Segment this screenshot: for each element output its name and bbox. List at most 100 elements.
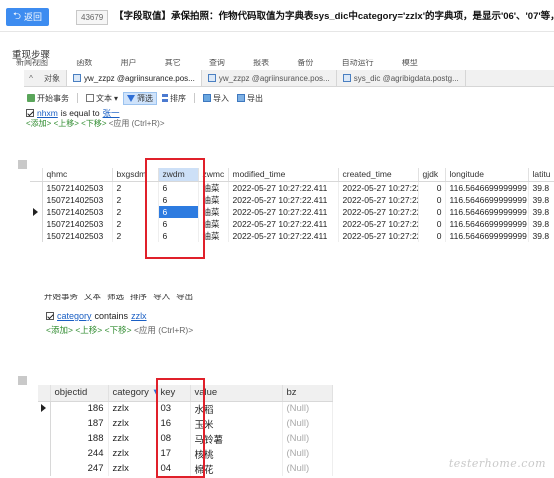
cell[interactable]: 油菜 (198, 229, 229, 242)
menu-item[interactable]: 查询 (209, 59, 225, 67)
menu-item[interactable]: 备份 (297, 59, 313, 67)
row-selector[interactable] (38, 431, 51, 446)
cell[interactable]: 244 (50, 446, 109, 461)
cell[interactable]: 188 (50, 431, 109, 446)
column-header[interactable]: latitu (528, 168, 554, 182)
cell[interactable]: 水稻 (190, 401, 283, 416)
cell[interactable]: zzlx (108, 446, 157, 461)
cell[interactable]: 油菜 (198, 181, 229, 194)
cell[interactable]: 2022-05-27 10:27:22.411 (228, 229, 339, 242)
cell[interactable]: 186 (50, 401, 109, 416)
cell[interactable]: 2022-05-27 10:27:22.4 (338, 205, 419, 218)
menu-item[interactable]: 模型 (402, 59, 418, 67)
row-selector[interactable] (30, 217, 43, 230)
cell[interactable]: 39.8 (528, 205, 554, 218)
cell-selected[interactable]: 6 (158, 205, 199, 218)
cell[interactable]: 6 (158, 193, 199, 206)
cell[interactable]: 2 (112, 205, 159, 218)
column-header[interactable]: value (190, 385, 283, 402)
cell[interactable]: 39.8 (528, 193, 554, 206)
cell[interactable]: (Null) (282, 401, 333, 416)
filter-field[interactable]: category (57, 311, 92, 321)
filter-enabled-checkbox[interactable] (46, 312, 54, 320)
cell[interactable]: 150721402503 (42, 181, 113, 194)
move-up-link[interactable]: <上移> (75, 325, 102, 335)
cell[interactable]: 116.5646699999999 (445, 193, 529, 206)
cell[interactable]: 6 (158, 229, 199, 242)
cell[interactable]: 马铃薯 (190, 431, 283, 446)
cell[interactable]: 39.8 (528, 229, 554, 242)
row-selector[interactable] (38, 401, 51, 416)
cell[interactable]: 油菜 (198, 193, 229, 206)
column-header[interactable]: created_time (338, 168, 419, 182)
menu-item[interactable]: 用户 (120, 59, 136, 67)
row-selector[interactable] (38, 461, 51, 476)
menu-item[interactable]: 函数 (76, 59, 92, 67)
filter-operator[interactable]: is equal to (61, 108, 100, 118)
begin-transaction-button[interactable]: 开始事务 (24, 93, 72, 104)
column-header[interactable]: longitude (445, 168, 529, 182)
tab-yw-zzpz-2[interactable]: yw_zzpz @agriinsurance.pos... (202, 70, 337, 86)
apply-link[interactable]: <应用 (Ctrl+R)> (109, 119, 165, 128)
cell[interactable]: 2 (112, 193, 159, 206)
apply-link[interactable]: <应用 (Ctrl+R)> (134, 325, 193, 335)
cell[interactable]: 2022-05-27 10:27:22.4 (338, 181, 419, 194)
cell[interactable]: (Null) (282, 416, 333, 431)
row-selector[interactable] (30, 181, 43, 194)
cell[interactable]: 150721402503 (42, 217, 113, 230)
cell[interactable]: 150721402503 (42, 205, 113, 218)
cell[interactable]: 0 (418, 181, 446, 194)
cell[interactable]: 04 (156, 461, 191, 476)
table-row[interactable]: 150721402503 2 6 油菜 2022-05-27 10:27:22.… (30, 193, 554, 206)
cell[interactable]: 150721402503 (42, 229, 113, 242)
cell[interactable]: 08 (156, 431, 191, 446)
cell[interactable]: 17 (156, 446, 191, 461)
cell[interactable]: 116.5646699999999 (445, 217, 529, 230)
cell[interactable]: 247 (50, 461, 109, 476)
cell[interactable]: 150721402503 (42, 193, 113, 206)
filter-value[interactable]: zzlx (131, 311, 147, 321)
cell[interactable]: 油菜 (198, 205, 229, 218)
cell[interactable]: 棉花 (190, 461, 283, 476)
column-header[interactable]: objectid (50, 385, 109, 402)
row-selector[interactable] (30, 205, 43, 218)
move-up-link[interactable]: <上移> (54, 119, 79, 128)
column-header[interactable]: bz (282, 385, 333, 402)
button-label[interactable]: 开始事务 (44, 294, 78, 305)
cell[interactable]: zzlx (108, 416, 157, 431)
column-header-key[interactable]: key (156, 385, 191, 402)
row-selector[interactable] (30, 193, 43, 206)
table-row[interactable]: 244 zzlx 17 核桃 (Null) (38, 446, 333, 461)
cell[interactable]: 2022-05-27 10:27:22.411 (228, 217, 339, 230)
move-down-link[interactable]: <下移> (81, 119, 106, 128)
filter-enabled-checkbox[interactable] (26, 109, 34, 117)
add-filter-link[interactable]: <添加> (26, 119, 51, 128)
cell[interactable]: 03 (156, 401, 191, 416)
cell[interactable]: 6 (158, 181, 199, 194)
row-selector[interactable] (38, 446, 51, 461)
column-header[interactable]: bxgsdm (112, 168, 159, 182)
column-header[interactable]: zwmc (198, 168, 229, 182)
filter-field[interactable]: nhxm (37, 108, 58, 118)
cell[interactable]: 0 (418, 205, 446, 218)
table-row[interactable]: 247 zzlx 04 棉花 (Null) (38, 461, 333, 476)
cell[interactable]: zzlx (108, 401, 157, 416)
back-button[interactable]: ⮌ 返回 (6, 8, 50, 26)
column-header[interactable]: category ▼ (108, 385, 157, 402)
column-header[interactable]: gjdk (418, 168, 446, 182)
cell[interactable]: 2022-05-27 10:27:22.4 (338, 217, 419, 230)
row-selector[interactable] (38, 416, 51, 431)
filter-operator[interactable]: contains (95, 311, 129, 321)
table-row[interactable]: 150721402503 2 6 油菜 2022-05-27 10:27:22.… (30, 181, 554, 194)
caret-up-icon[interactable]: ^ (24, 74, 38, 83)
cell[interactable]: zzlx (108, 431, 157, 446)
move-down-link[interactable]: <下移> (105, 325, 132, 335)
cell[interactable]: 116.5646699999999 (445, 229, 529, 242)
button-label[interactable]: 筛选 (107, 294, 124, 305)
cell[interactable]: 6 (158, 217, 199, 230)
cell[interactable]: zzlx (108, 461, 157, 476)
cell[interactable]: 0 (418, 229, 446, 242)
cell[interactable]: 16 (156, 416, 191, 431)
text-button[interactable]: 文本 ▾ (83, 93, 121, 104)
cell[interactable]: 116.5646699999999 (445, 181, 529, 194)
